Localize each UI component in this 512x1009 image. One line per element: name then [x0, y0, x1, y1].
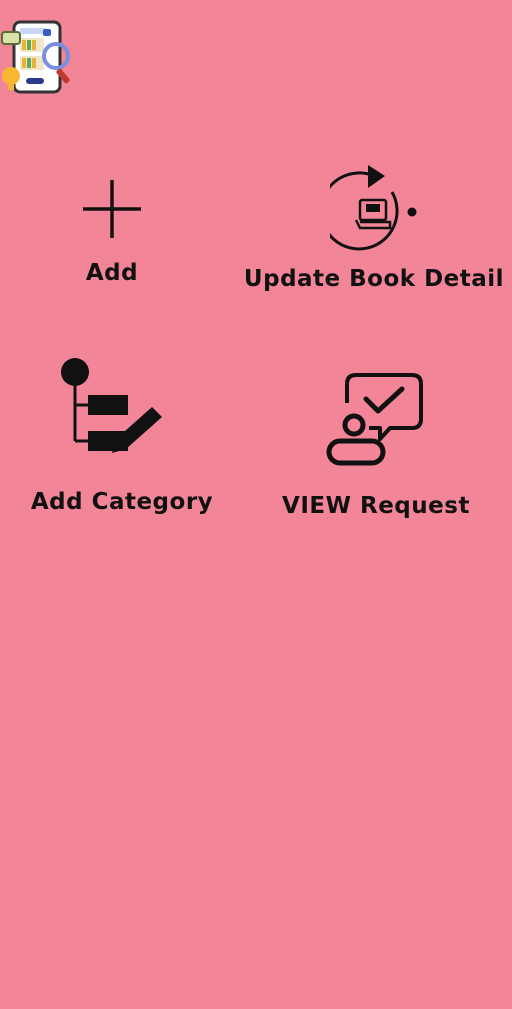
book-refresh-icon — [330, 165, 417, 251]
plus-icon — [83, 180, 141, 238]
update-book-detail-tile[interactable]: Update Book Detail — [244, 160, 504, 310]
add-label: Add — [85, 260, 139, 286]
category-edit-icon — [61, 358, 162, 453]
view-request-label: VIEW Request — [282, 493, 470, 519]
view-request-tile[interactable]: VIEW Request — [280, 365, 480, 530]
request-approval-icon — [326, 373, 423, 466]
app-logo-icon — [0, 18, 78, 96]
add-tile[interactable]: Add — [56, 160, 176, 310]
update-book-detail-label: Update Book Detail — [243, 266, 505, 292]
add-category-tile[interactable]: Add Category — [31, 355, 216, 525]
add-category-label: Add Category — [30, 489, 214, 515]
